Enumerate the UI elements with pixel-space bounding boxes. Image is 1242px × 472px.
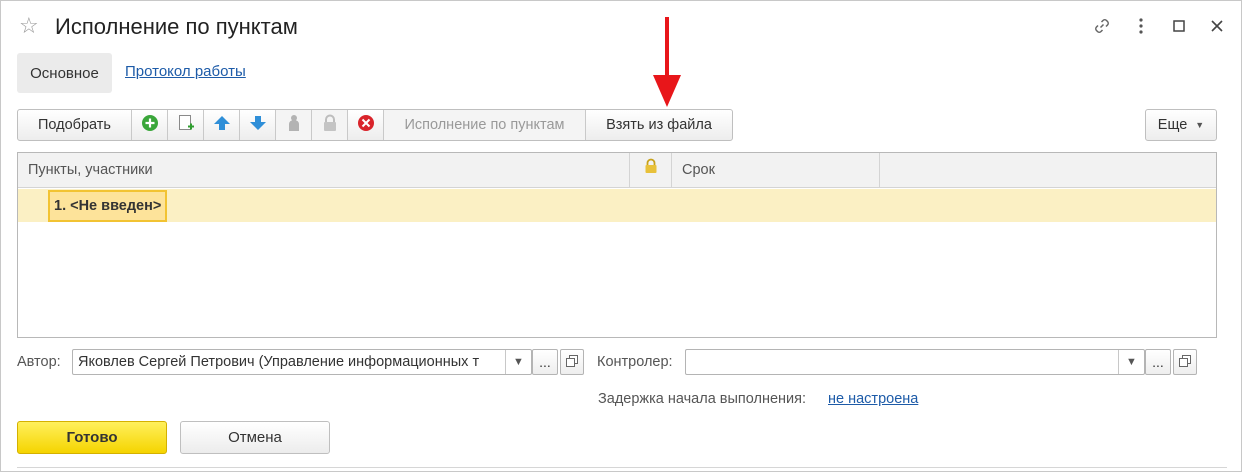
- add-circle-icon: [141, 114, 159, 136]
- arrow-up-icon: [213, 114, 231, 136]
- controller-value[interactable]: [686, 350, 1118, 374]
- author-select-button[interactable]: ...: [532, 349, 558, 375]
- close-icon[interactable]: [1206, 15, 1228, 37]
- participant-button[interactable]: [276, 110, 312, 140]
- execution-by-items-button[interactable]: Исполнение по пунктам: [384, 110, 586, 140]
- items-toolbar: Подобрать Исполнение по пунктам Взять из…: [17, 109, 733, 141]
- lock-button[interactable]: [312, 110, 348, 140]
- column-header-items[interactable]: Пункты, участники: [18, 153, 630, 188]
- take-from-file-button[interactable]: Взять из файла: [586, 110, 732, 140]
- dialog-window: ☆ Исполнение по пунктам Основное Протоко…: [0, 0, 1242, 472]
- delete-circle-icon: [357, 114, 375, 136]
- delay-label: Задержка начала выполнения:: [598, 391, 807, 407]
- lock-icon: [322, 114, 338, 136]
- maximize-icon[interactable]: [1168, 15, 1190, 37]
- caret-down-icon: ▼: [513, 356, 524, 368]
- open-window-icon: [566, 354, 578, 370]
- tab-work-log[interactable]: Протокол работы: [125, 63, 246, 80]
- table-header: Пункты, участники Срок: [18, 153, 1216, 188]
- lock-icon: [644, 153, 658, 188]
- column-header-lock[interactable]: [630, 153, 672, 188]
- items-table[interactable]: Пункты, участники Срок 1. <Не введен>: [17, 152, 1217, 338]
- delete-button[interactable]: [348, 110, 384, 140]
- author-open-button[interactable]: [560, 349, 584, 375]
- controller-select-button[interactable]: ...: [1145, 349, 1171, 375]
- author-dropdown-button[interactable]: ▼: [505, 350, 531, 374]
- controller-field[interactable]: ▼: [685, 349, 1145, 375]
- cancel-button[interactable]: Отмена: [180, 421, 330, 454]
- open-window-icon: [1179, 354, 1191, 370]
- person-icon: [285, 114, 303, 136]
- arrow-down-icon: [249, 114, 267, 136]
- annotation-arrow-icon: [653, 17, 681, 107]
- column-header-deadline[interactable]: Срок: [672, 153, 880, 188]
- tab-main[interactable]: Основное: [17, 53, 112, 93]
- more-button-label: Еще: [1157, 117, 1188, 133]
- footer-divider: [17, 467, 1227, 468]
- move-down-button[interactable]: [240, 110, 276, 140]
- delay-settings-link[interactable]: не настроена: [828, 391, 918, 407]
- link-icon[interactable]: [1091, 15, 1113, 37]
- pick-button[interactable]: Подобрать: [18, 110, 132, 140]
- window-title: Исполнение по пунктам: [55, 14, 298, 39]
- table-cell-item[interactable]: 1. <Не введен>: [48, 190, 168, 222]
- done-button[interactable]: Готово: [17, 421, 167, 454]
- author-label: Автор:: [17, 354, 61, 370]
- controller-dropdown-button[interactable]: ▼: [1118, 350, 1144, 374]
- move-up-button[interactable]: [204, 110, 240, 140]
- author-value[interactable]: Яковлев Сергей Петрович (Управление инфо…: [73, 350, 505, 374]
- caret-down-icon: ▼: [1195, 120, 1205, 130]
- caret-down-icon: ▼: [1126, 356, 1137, 368]
- kebab-menu-icon[interactable]: [1130, 15, 1152, 37]
- new-document-icon: [177, 114, 195, 136]
- controller-open-button[interactable]: [1173, 349, 1197, 375]
- add-subitem-button[interactable]: [168, 110, 204, 140]
- more-button[interactable]: Еще ▼: [1145, 109, 1217, 141]
- author-field[interactable]: Яковлев Сергей Петрович (Управление инфо…: [72, 349, 532, 375]
- add-button[interactable]: [132, 110, 168, 140]
- favorite-star-icon[interactable]: ☆: [19, 14, 43, 38]
- table-row[interactable]: 1. <Не введен>: [18, 189, 1216, 222]
- controller-label: Контролер:: [597, 354, 673, 370]
